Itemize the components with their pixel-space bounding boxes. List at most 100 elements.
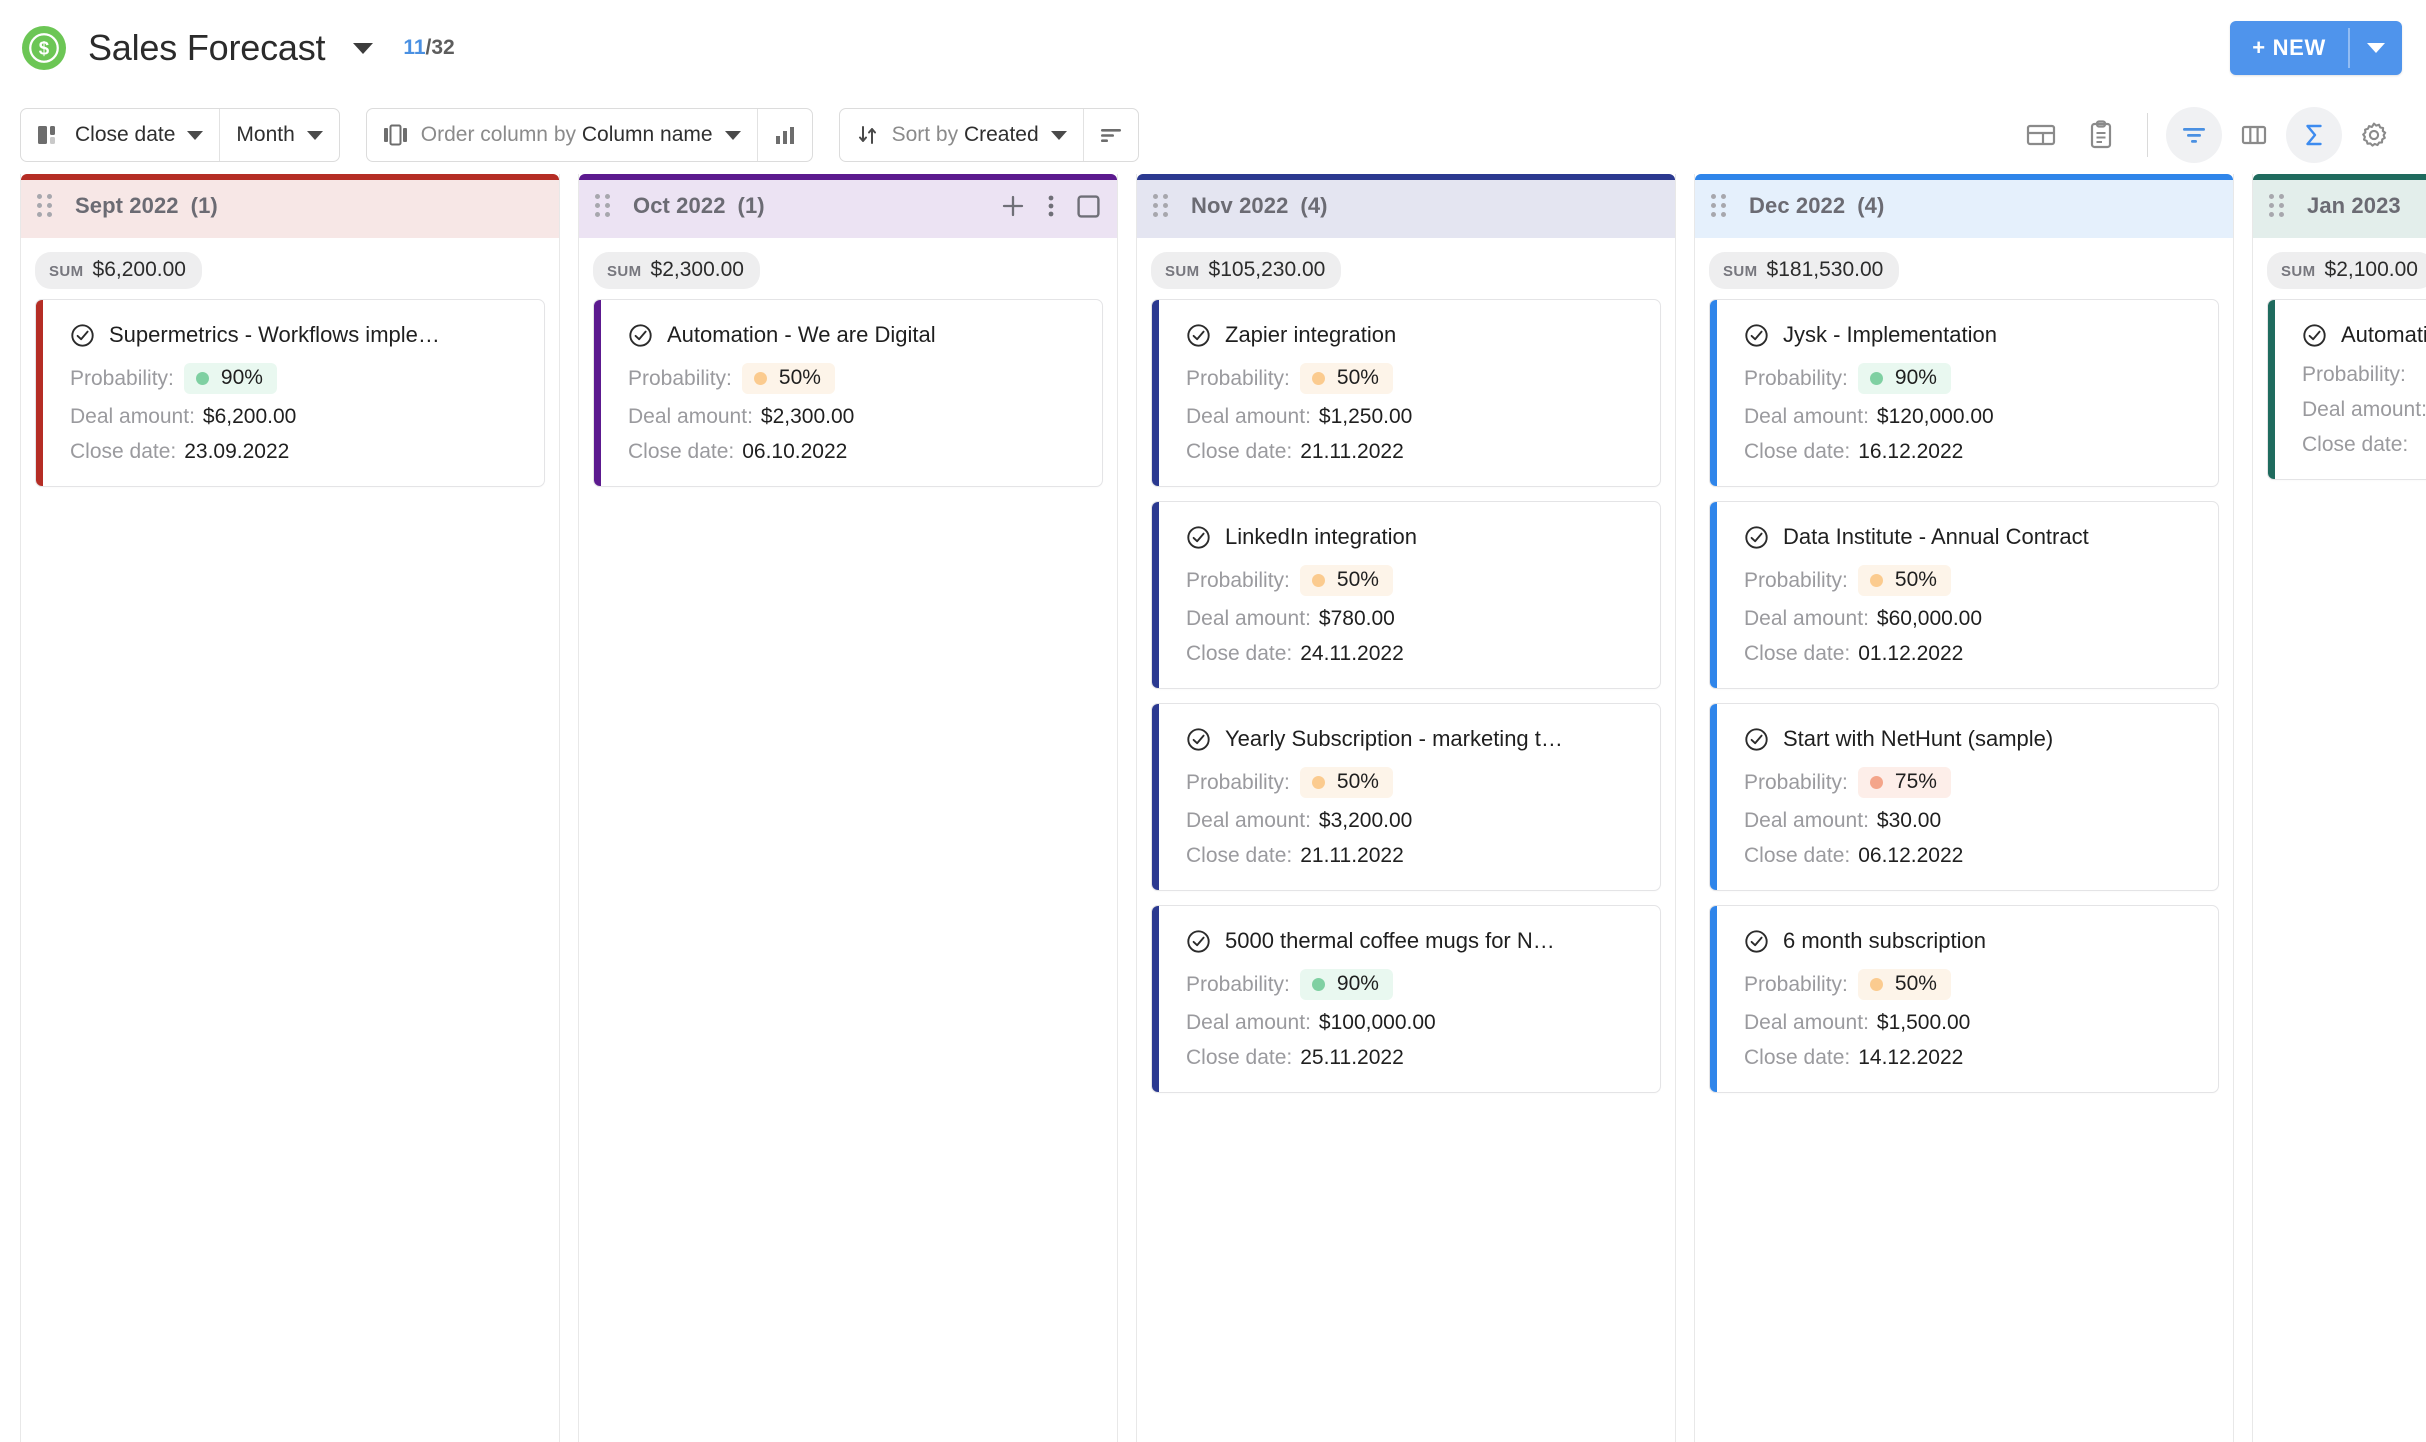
column-drag-handle-icon[interactable] — [595, 193, 615, 218]
top-bar: $ Sales Forecast 11/32 + NEW — [0, 0, 2426, 96]
column-header[interactable]: Oct 2022 (1) — [579, 174, 1117, 238]
deal-card[interactable]: Supermetrics - Workflows imple… Probabili… — [35, 299, 545, 487]
gear-icon[interactable] — [2346, 107, 2402, 163]
column-sum-label: SUM — [1723, 263, 1758, 280]
check-circle-icon[interactable] — [1186, 929, 1211, 954]
kanban-board[interactable]: Sept 2022 (1) SUM $6,200.00 Supermetrics - W… — [0, 174, 2426, 1442]
check-circle-icon[interactable] — [1744, 727, 1769, 752]
deal-card[interactable]: Zapier integration Probability: 50% Deal am… — [1151, 299, 1661, 487]
card-field-probability: Probability: 50% — [628, 363, 1084, 394]
card-title-row: Automation — [2302, 322, 2426, 348]
card-title-row: LinkedIn integration — [1186, 524, 1642, 550]
close-date-label: Close date: — [1744, 642, 1851, 665]
check-circle-icon[interactable] — [1186, 323, 1211, 348]
group-by-period-select[interactable]: Month — [220, 109, 338, 161]
group-by-control: Close date Month — [20, 108, 340, 162]
collapse-column-icon[interactable] — [1076, 194, 1101, 219]
deal-amount-label: Deal amount: — [2302, 398, 2426, 421]
board-title-chevron-down-icon[interactable] — [353, 42, 374, 54]
card-field-close-date: Close date: 16.12.2022 — [1744, 440, 2200, 464]
deal-card[interactable]: Data Institute - Annual Contract Probabil… — [1709, 501, 2219, 689]
deal-card[interactable]: 6 month subscription Probability: 50% Deal … — [1709, 905, 2219, 1093]
check-circle-icon[interactable] — [70, 323, 95, 348]
new-button-chevron-down-icon[interactable] — [2350, 21, 2402, 75]
bar-chart-icon[interactable] — [758, 109, 812, 161]
card-accent-stripe — [1710, 300, 1717, 486]
column-drag-handle-icon[interactable] — [2269, 193, 2289, 218]
column-header-actions — [1000, 193, 1101, 219]
check-circle-icon[interactable] — [1744, 323, 1769, 348]
card-accent-stripe — [1710, 906, 1717, 1092]
card-title-row: Yearly Subscription - marketing t… — [1186, 726, 1642, 752]
deal-card[interactable]: Yearly Subscription - marketing t… Probab… — [1151, 703, 1661, 891]
probability-value: 90% — [220, 366, 263, 389]
filter-icon[interactable] — [2166, 107, 2222, 163]
card-field-probability: Probability: 90% — [70, 363, 526, 394]
card-accent-stripe — [36, 300, 43, 486]
probability-label: Probability: — [1186, 770, 1290, 794]
probability-status-dot — [1869, 573, 1883, 587]
deal-amount-label: Deal amount: — [1186, 607, 1311, 630]
column-sum-value: $105,230.00 — [1208, 258, 1326, 281]
new-button[interactable]: + NEW — [2230, 21, 2348, 75]
check-circle-icon[interactable] — [1744, 929, 1769, 954]
check-circle-icon[interactable] — [1744, 525, 1769, 550]
sort-by-chevron-down-icon — [1050, 130, 1067, 140]
deal-card[interactable]: LinkedIn integration Probability: 50% Deal … — [1151, 501, 1661, 689]
sum-sigma-icon[interactable] — [2286, 107, 2342, 163]
column-drag-handle-icon[interactable] — [37, 193, 57, 218]
column-sum-pill[interactable]: SUM $105,230.00 — [1151, 252, 1342, 289]
deal-card[interactable]: Automation Probability: Deal amount: Close … — [2267, 299, 2426, 480]
probability-badge: 50% — [1299, 363, 1393, 394]
column-drag-handle-icon[interactable] — [1153, 193, 1173, 218]
close-date-value: 16.12.2022 — [1858, 440, 1964, 463]
deal-card[interactable]: Automation - We are Digital Probability: 5… — [593, 299, 1103, 487]
deal-amount-value: $30.00 — [1876, 809, 1942, 832]
layout-split-icon[interactable] — [2013, 107, 2069, 163]
card-field-deal-amount: Deal amount: $780.00 — [1186, 607, 1642, 631]
kanban-column[interactable]: Jan 2023 SUM $2,100.00 Automation Probabilit… — [2252, 174, 2426, 1442]
column-sum-pill[interactable]: SUM $2,100.00 — [2267, 252, 2426, 289]
check-circle-icon[interactable] — [628, 323, 653, 348]
columns-view-icon[interactable] — [2226, 107, 2282, 163]
sort-descending-icon[interactable] — [1084, 109, 1138, 161]
column-sum-row: SUM $181,530.00 — [1695, 238, 2233, 299]
add-card-plus-icon[interactable] — [1000, 193, 1026, 219]
column-header[interactable]: Dec 2022 (4) — [1695, 174, 2233, 238]
check-circle-icon[interactable] — [1186, 727, 1211, 752]
column-sum-pill[interactable]: SUM $6,200.00 — [35, 252, 202, 289]
close-date-value: 25.11.2022 — [1300, 1046, 1404, 1069]
column-drag-handle-icon[interactable] — [1711, 193, 1731, 218]
column-header[interactable]: Nov 2022 (4) — [1137, 174, 1675, 238]
kanban-column[interactable]: Sept 2022 (1) SUM $6,200.00 Supermetrics - W… — [20, 174, 560, 1442]
deal-amount-value: $2,300.00 — [760, 405, 855, 428]
sort-by-select[interactable]: Sort by Created — [840, 109, 1083, 161]
order-column-select[interactable]: Order column by Column name — [367, 109, 757, 161]
card-accent-stripe — [1152, 300, 1159, 486]
clipboard-icon[interactable] — [2073, 107, 2129, 163]
group-by-field-select[interactable]: Close date — [21, 109, 219, 161]
column-title: Jan 2023 — [2307, 193, 2401, 218]
deal-card[interactable]: Start with NetHunt (sample) Probability: 7… — [1709, 703, 2219, 891]
deal-card[interactable]: 5000 thermal coffee mugs for N… Probabili… — [1151, 905, 1661, 1093]
column-accent-bar — [21, 174, 559, 180]
column-sum-pill[interactable]: SUM $181,530.00 — [1709, 252, 1900, 289]
column-header[interactable]: Jan 2023 — [2253, 174, 2426, 238]
column-header[interactable]: Sept 2022 (1) — [21, 174, 559, 238]
card-field-close-date: Close date: 01.12.2022 — [1744, 642, 2200, 666]
probability-label: Probability: — [2302, 363, 2406, 386]
probability-value: 50% — [778, 366, 821, 389]
card-accent-stripe — [2268, 300, 2275, 479]
kanban-column[interactable]: Oct 2022 (1) SUM $2,300.00 Automation - We a… — [578, 174, 1118, 1442]
probability-label: Probability: — [1186, 366, 1290, 390]
kanban-column[interactable]: Dec 2022 (4) SUM $181,530.00 Jysk - Implemen… — [1694, 174, 2234, 1442]
kanban-column[interactable]: Nov 2022 (4) SUM $105,230.00 Zapier integrat… — [1136, 174, 1676, 1442]
column-more-vertical-icon[interactable] — [1046, 193, 1056, 219]
check-circle-icon[interactable] — [2302, 323, 2327, 348]
deal-card[interactable]: Jysk - Implementation Probability: 90% Deal… — [1709, 299, 2219, 487]
column-sum-pill[interactable]: SUM $2,300.00 — [593, 252, 760, 289]
deal-amount-value: $60,000.00 — [1876, 607, 1983, 630]
column-sum-value: $2,300.00 — [650, 258, 744, 281]
probability-value: 50% — [1336, 366, 1379, 389]
check-circle-icon[interactable] — [1186, 525, 1211, 550]
